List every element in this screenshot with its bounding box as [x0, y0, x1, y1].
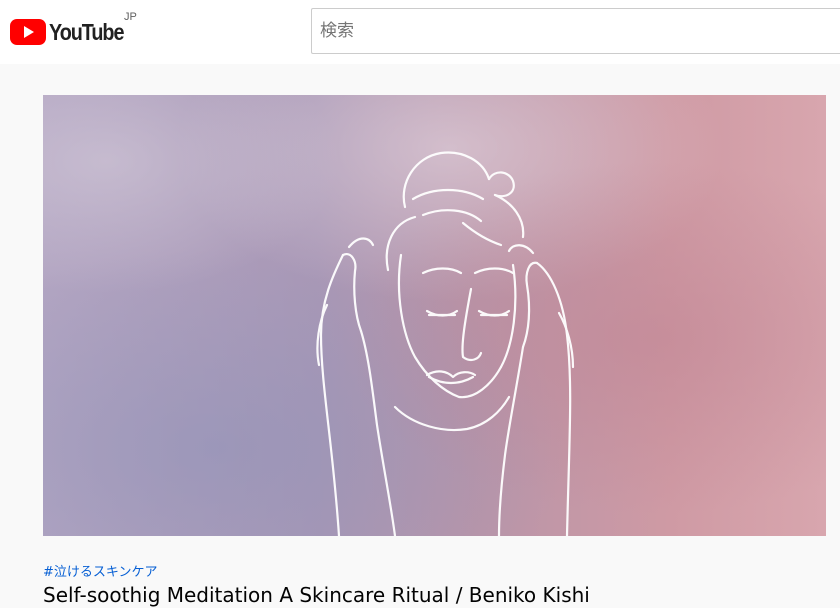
play-icon [10, 19, 46, 45]
search-input[interactable] [311, 8, 840, 54]
video-thumbnail[interactable] [43, 95, 826, 536]
meditation-illustration-icon [43, 95, 826, 536]
logo-wordmark: YouTube [49, 18, 124, 45]
masthead: YouTube JP [0, 0, 840, 64]
video-title: Self-soothig Meditation A Skincare Ritua… [43, 583, 590, 607]
region-code: JP [124, 11, 137, 23]
youtube-logo[interactable]: YouTube [10, 16, 136, 48]
hashtag-link[interactable]: #泣けるスキンケア [43, 561, 158, 580]
